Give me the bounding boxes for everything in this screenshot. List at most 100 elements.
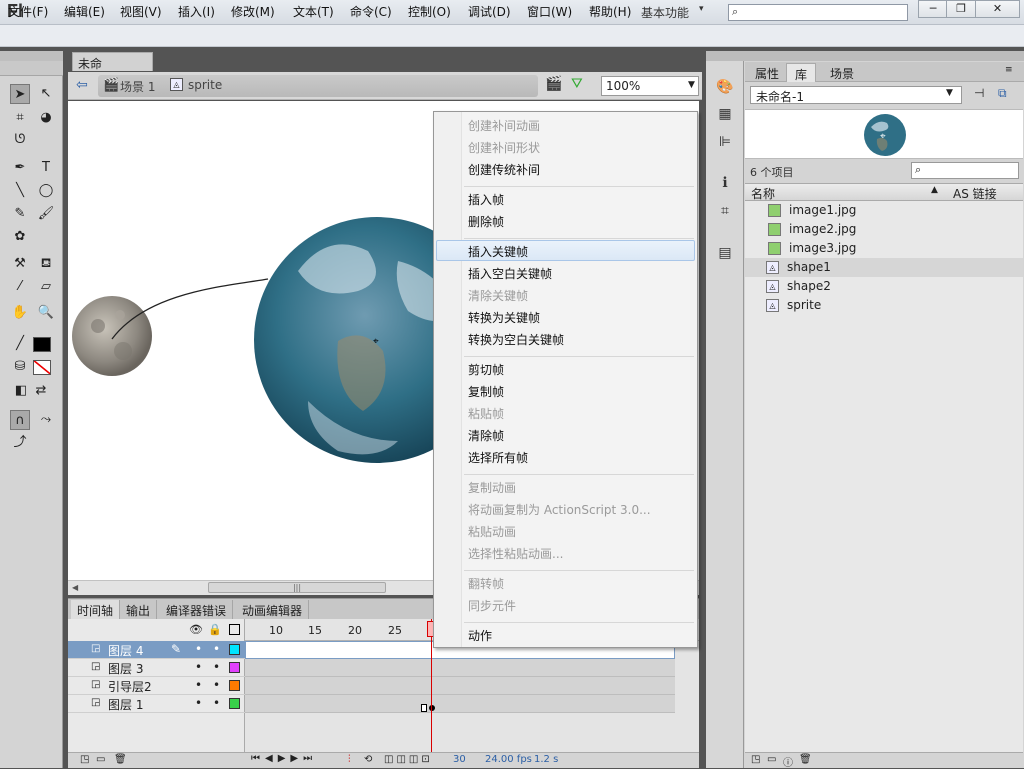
frame-span[interactable] bbox=[245, 677, 675, 695]
new-layer-icon[interactable]: ◳ bbox=[80, 754, 89, 765]
close-button[interactable]: ✕ bbox=[975, 0, 1020, 18]
context-menu-item[interactable]: 转换为空白关键帧 bbox=[468, 331, 564, 348]
context-menu-item[interactable]: 清除帧 bbox=[468, 427, 504, 444]
transform-panel-icon[interactable]: ⌗ bbox=[713, 200, 737, 222]
pin-library-icon[interactable]: ⊣ bbox=[974, 86, 984, 100]
brush-tool-icon[interactable]: 🖌 bbox=[36, 204, 56, 224]
center-frame-icon[interactable]: ⫶ bbox=[348, 754, 351, 765]
context-menu-item[interactable]: 删除帧 bbox=[468, 213, 504, 230]
keyframe-marker[interactable] bbox=[429, 705, 435, 711]
tab-compiler-errors[interactable]: 编译器错误 bbox=[160, 600, 234, 619]
swatches-panel-icon[interactable]: ▦ bbox=[713, 103, 737, 125]
help-search-input[interactable]: ⌕ bbox=[728, 4, 908, 21]
line-tool-icon[interactable]: ╲ bbox=[10, 181, 30, 201]
document-tab[interactable]: 未命名-1*× bbox=[72, 52, 153, 88]
menu-text[interactable]: 文本(T) bbox=[293, 3, 334, 20]
lock-dot[interactable]: • bbox=[213, 642, 220, 656]
smooth-icon[interactable]: ⤳ bbox=[36, 410, 56, 430]
deco-tool-icon[interactable]: ✿ bbox=[10, 227, 30, 247]
playback-controls[interactable]: ⏮◀▶▶⏭ bbox=[251, 753, 317, 764]
new-library-panel-icon[interactable]: ⧉ bbox=[998, 86, 1007, 101]
outline-icon[interactable] bbox=[229, 624, 240, 635]
chevron-down-icon[interactable]: ▾ bbox=[699, 4, 704, 14]
tab-timeline[interactable]: 时间轴 bbox=[71, 600, 121, 619]
back-arrow-icon[interactable]: ⇦ bbox=[76, 77, 93, 94]
fill-color-icon[interactable]: ⛁ bbox=[10, 357, 30, 377]
new-folder-icon[interactable]: ▭ bbox=[96, 754, 105, 765]
subselection-tool-icon[interactable]: ↖ bbox=[36, 84, 56, 104]
context-menu-item[interactable]: 插入关键帧 bbox=[468, 243, 528, 260]
layer-color-swatch[interactable] bbox=[229, 698, 240, 709]
frame-span[interactable] bbox=[245, 695, 675, 713]
menu-help[interactable]: 帮助(H) bbox=[589, 3, 631, 20]
restore-button[interactable]: ❐ bbox=[946, 0, 976, 18]
context-menu-item[interactable]: 插入帧 bbox=[468, 191, 504, 208]
chevron-down-icon[interactable]: ▼ bbox=[946, 88, 953, 98]
menu-window[interactable]: 窗口(W) bbox=[527, 3, 572, 20]
snap-magnet-icon[interactable]: ∩ bbox=[10, 410, 30, 430]
lock-dot[interactable]: • bbox=[213, 696, 220, 710]
selection-tool-icon[interactable]: ➤ bbox=[10, 84, 30, 104]
menu-debug[interactable]: 调试(D) bbox=[468, 3, 511, 20]
breadcrumb-symbol[interactable]: sprite bbox=[188, 78, 222, 92]
tools-panel-header[interactable] bbox=[0, 51, 63, 61]
layer-row[interactable]: ◲ 图层 4 ✎ • • bbox=[68, 641, 245, 659]
layer-color-swatch[interactable] bbox=[229, 680, 240, 691]
layer-color-swatch[interactable] bbox=[229, 662, 240, 673]
library-search-input[interactable]: ⌕ bbox=[911, 162, 1019, 179]
properties-icon[interactable]: ⓘ bbox=[783, 754, 793, 769]
tab-properties[interactable]: 属性 bbox=[747, 63, 787, 82]
column-linkage[interactable]: AS 链接 bbox=[953, 185, 997, 202]
new-symbol-icon[interactable]: ◳ bbox=[751, 754, 760, 765]
straighten-icon[interactable]: ⤴ bbox=[10, 433, 30, 453]
library-document-select[interactable]: 未命名-1 bbox=[750, 86, 962, 104]
playhead[interactable] bbox=[431, 619, 432, 768]
swap-colors-icon[interactable]: ⇄ bbox=[34, 381, 48, 401]
moon-image[interactable] bbox=[72, 296, 152, 376]
frame-rate[interactable]: 24.00 fps bbox=[485, 754, 532, 765]
lasso-tool-icon[interactable]: ᘎ bbox=[10, 130, 30, 150]
delete-layer-icon[interactable]: 🗑 bbox=[114, 754, 127, 765]
workspace-switcher[interactable]: 基本功能 bbox=[641, 4, 689, 21]
visibility-dot[interactable]: • bbox=[195, 642, 202, 656]
menu-edit[interactable]: 编辑(E) bbox=[64, 3, 105, 20]
list-item[interactable]: image3.jpg bbox=[745, 239, 1023, 258]
new-folder-icon[interactable]: ▭ bbox=[767, 754, 776, 765]
text-tool-icon[interactable]: T bbox=[36, 158, 56, 178]
tab-motion-editor[interactable]: 动画编辑器 bbox=[236, 600, 310, 619]
zoom-tool-icon[interactable]: 🔍 bbox=[36, 303, 56, 323]
zoom-select[interactable]: 100% bbox=[601, 76, 699, 96]
black-white-icon[interactable]: ◧ bbox=[14, 381, 28, 401]
list-item[interactable]: image1.jpg bbox=[745, 201, 1023, 220]
oval-tool-icon[interactable]: ◯ bbox=[36, 181, 56, 201]
column-name[interactable]: 名称 bbox=[751, 185, 775, 202]
scrollbar-thumb[interactable]: ||| bbox=[208, 582, 386, 593]
pencil-tool-icon[interactable]: ✎ bbox=[10, 204, 30, 224]
list-item[interactable]: ◬ shape2 bbox=[745, 277, 1023, 296]
layer-row[interactable]: ◲ 引导层2 • • bbox=[68, 677, 245, 695]
menu-control[interactable]: 控制(O) bbox=[408, 3, 451, 20]
pen-tool-icon[interactable]: ✒ bbox=[10, 158, 30, 178]
edit-symbols-icon[interactable]: ⛛ bbox=[571, 76, 583, 92]
loop-icon[interactable]: ⟲ bbox=[364, 754, 372, 765]
list-item[interactable]: ◬ shape1 bbox=[745, 258, 1023, 277]
layer-row[interactable]: ◲ 图层 3 • • bbox=[68, 659, 245, 677]
3d-rotation-tool-icon[interactable]: ◕ bbox=[36, 108, 56, 128]
eyedropper-tool-icon[interactable]: ⁄ bbox=[10, 277, 30, 297]
layer-name[interactable]: 图层 1 bbox=[108, 696, 143, 713]
layer-name[interactable]: 图层 4 bbox=[108, 642, 143, 659]
context-menu-item[interactable]: 插入空白关键帧 bbox=[468, 265, 552, 282]
context-menu-item[interactable]: 转换为关键帧 bbox=[468, 309, 540, 326]
chevron-down-icon[interactable]: ▼ bbox=[688, 80, 695, 90]
onion-skin-icons[interactable]: ◫◫◫⊡ bbox=[384, 754, 433, 765]
breadcrumb-scene[interactable]: 场景 1 bbox=[120, 78, 155, 95]
info-panel-icon[interactable]: ℹ bbox=[713, 172, 737, 194]
hand-tool-icon[interactable]: ✋ bbox=[10, 303, 30, 323]
list-item[interactable]: image2.jpg bbox=[745, 220, 1023, 239]
menu-modify[interactable]: 修改(M) bbox=[231, 3, 275, 20]
fill-color-swatch[interactable] bbox=[33, 360, 51, 375]
tab-library[interactable]: 库 bbox=[786, 63, 817, 82]
stroke-color-swatch[interactable] bbox=[33, 337, 51, 352]
list-item[interactable]: ◬ sprite bbox=[745, 296, 1023, 315]
layer-name[interactable]: 引导层2 bbox=[108, 678, 152, 695]
